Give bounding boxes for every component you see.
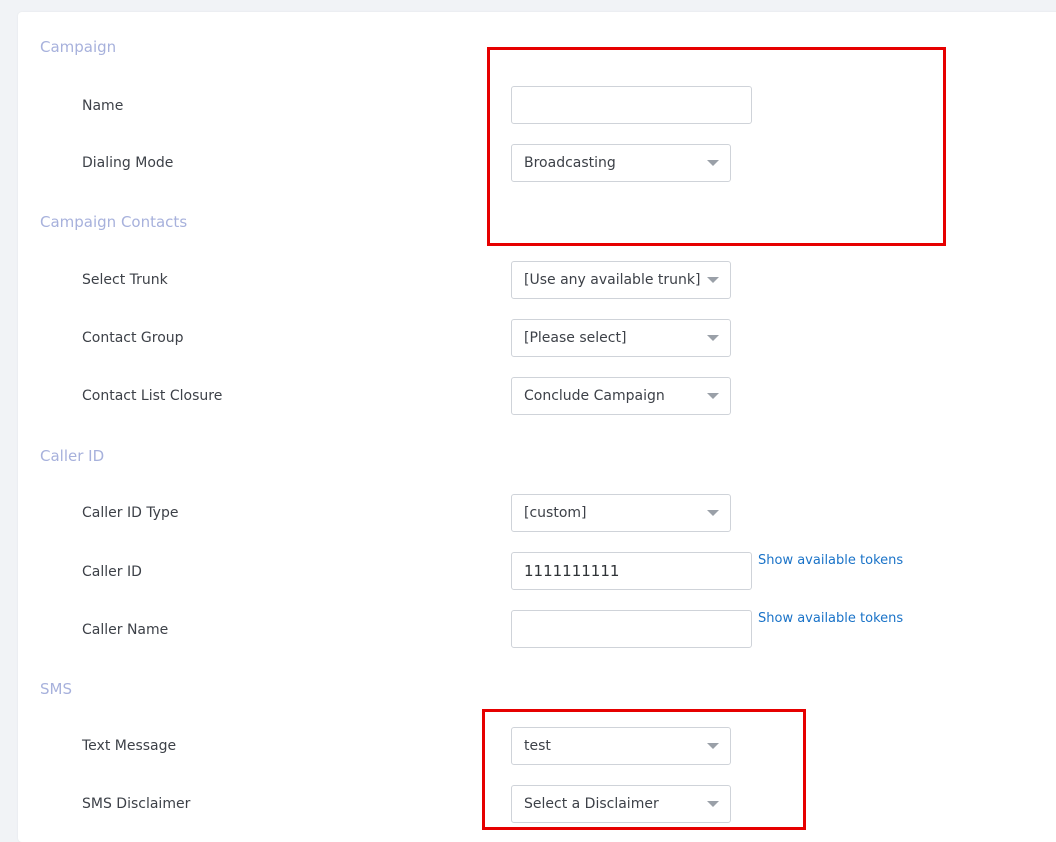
section-title-campaign: Campaign [40,38,117,56]
contact-group-select[interactable]: [Please select] [511,319,731,357]
section-title-caller-id: Caller ID [40,447,105,465]
caller-name-tokens-link[interactable]: Show available tokens [758,610,903,628]
contact-list-closure-select[interactable]: Conclude Campaign [511,377,731,415]
caller-id-label: Caller ID [82,564,142,580]
form-card [18,12,1056,842]
caret-down-icon [707,277,719,283]
contact-group-value: [Please select] [524,330,627,346]
select-trunk-select[interactable]: [Use any available trunk] [511,261,731,299]
text-message-value: test [524,738,551,754]
caller-name-input[interactable] [511,610,752,648]
caret-down-icon [707,510,719,516]
text-message-label: Text Message [82,738,177,754]
sms-disclaimer-label: SMS Disclaimer [82,796,191,812]
select-trunk-label: Select Trunk [82,272,168,288]
caret-down-icon [707,160,719,166]
caret-down-icon [707,393,719,399]
caller-id-type-label: Caller ID Type [82,505,179,521]
caller-id-input[interactable] [511,552,752,590]
name-label: Name [82,98,124,114]
dialing-mode-value: Broadcasting [524,155,616,171]
caller-id-type-select[interactable]: [custom] [511,494,731,532]
contact-list-closure-value: Conclude Campaign [524,388,665,404]
sms-disclaimer-select[interactable]: Select a Disclaimer [511,785,731,823]
caret-down-icon [707,801,719,807]
contact-list-closure-label: Contact List Closure [82,388,223,404]
contact-group-label: Contact Group [82,330,184,346]
dialing-mode-select[interactable]: Broadcasting [511,144,731,182]
name-input[interactable] [511,86,752,124]
section-title-contacts: Campaign Contacts [40,213,188,231]
select-trunk-value: [Use any available trunk] [524,272,701,288]
text-message-select[interactable]: test [511,727,731,765]
caller-id-tokens-link[interactable]: Show available tokens [758,552,903,570]
sms-disclaimer-value: Select a Disclaimer [524,796,659,812]
section-title-sms: SMS [40,680,72,698]
dialing-mode-label: Dialing Mode [82,155,174,171]
caret-down-icon [707,335,719,341]
caller-id-type-value: [custom] [524,505,587,521]
caller-name-label: Caller Name [82,622,169,638]
caret-down-icon [707,743,719,749]
